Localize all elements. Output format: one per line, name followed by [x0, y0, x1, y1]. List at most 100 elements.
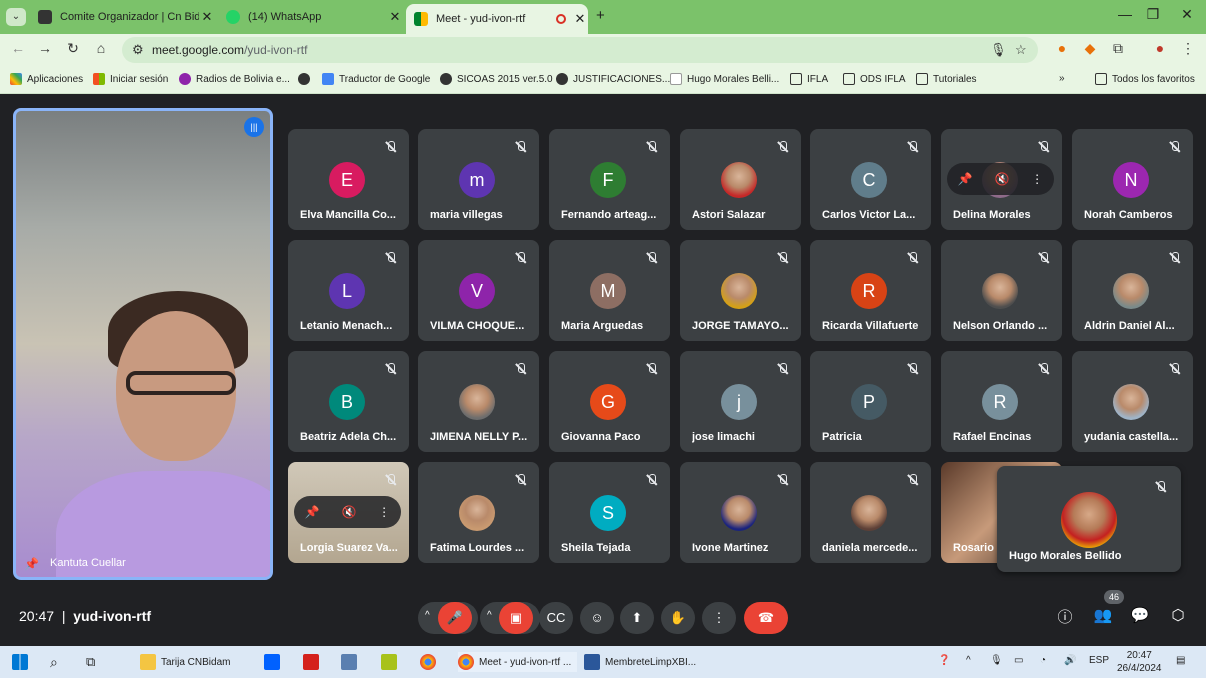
address-bar[interactable]: ⚙ meet.google.com/yud-ivon-rtf 🎙 ☆: [122, 37, 1038, 63]
acrobat-icon[interactable]: [303, 652, 324, 672]
participant-tile[interactable]: Nelson Orlando ...: [941, 240, 1062, 341]
bookmark-globe[interactable]: [298, 73, 315, 85]
puzzle-icon[interactable]: ⧉: [1108, 40, 1128, 57]
reload-icon[interactable]: ↻: [63, 40, 83, 57]
fireworks-icon[interactable]: [381, 652, 402, 672]
participant-tile[interactable]: yudania castella...: [1072, 351, 1193, 452]
bookmark-ifla[interactable]: IFLA: [790, 73, 828, 85]
restore-icon[interactable]: ❐: [1138, 6, 1168, 23]
participant-tile[interactable]: S Sheila Tejada: [549, 462, 670, 563]
participant-tile[interactable]: R Ricarda Villafuerte: [810, 240, 931, 341]
participant-tile[interactable]: E Elva Mancilla Co...: [288, 129, 409, 230]
chevron-up-icon[interactable]: ^: [487, 610, 492, 621]
language-indicator[interactable]: ESP: [1089, 655, 1109, 666]
calculator-icon[interactable]: [341, 652, 362, 672]
taskbar-item-tarija[interactable]: Tarija CNBidam: [140, 652, 230, 672]
participant-tile[interactable]: R Rafael Encinas: [941, 351, 1062, 452]
bookmark-translate[interactable]: Traductor de Google: [322, 73, 430, 85]
microphone-tray-icon[interactable]: 🎙: [990, 655, 1003, 666]
profile-avatar[interactable]: ●: [1150, 40, 1170, 56]
chat-icon[interactable]: 💬: [1128, 606, 1152, 624]
activities-icon[interactable]: ⬡: [1166, 606, 1190, 624]
battery-icon[interactable]: ▭: [1014, 655, 1023, 666]
bookmark-hugo[interactable]: Hugo Morales Belli...: [670, 73, 779, 85]
meeting-info-icon[interactable]: ⓘ: [1053, 606, 1077, 627]
close-tab-icon[interactable]: ✕: [387, 9, 403, 25]
main-speaker-video[interactable]: ||| 📌 Kantuta Cuellar: [13, 108, 273, 580]
participant-tile[interactable]: Ivone Martinez: [680, 462, 801, 563]
bookmark-ods-ifla[interactable]: ODS IFLA: [843, 73, 906, 85]
participant-tile[interactable]: G Giovanna Paco: [549, 351, 670, 452]
more-vert-icon[interactable]: ⋮: [378, 505, 390, 519]
wifi-icon[interactable]: ◔: [1040, 655, 1046, 666]
participant-tile[interactable]: F Fernando arteag...: [549, 129, 670, 230]
participant-tile[interactable]: Fatima Lourdes ...: [418, 462, 539, 563]
forward-icon[interactable]: →: [35, 40, 55, 56]
bookmark-login[interactable]: Iniciar sesión: [93, 73, 168, 85]
captions-button[interactable]: CC: [539, 602, 573, 634]
participant-tile[interactable]: M Maria Arguedas: [549, 240, 670, 341]
floating-self-tile[interactable]: Hugo Morales Bellido: [997, 466, 1181, 572]
more-bookmarks-icon[interactable]: »: [1059, 73, 1065, 84]
tab-comite[interactable]: Comite Organizador | Cn Bidan ✕: [30, 4, 215, 30]
tray-chevron-icon[interactable]: ^: [966, 655, 971, 666]
pin-icon[interactable]: 📌: [958, 172, 973, 186]
more-vert-icon[interactable]: ⋮: [1031, 172, 1043, 186]
home-icon[interactable]: ⌂: [91, 40, 111, 56]
taskbar-item-meet[interactable]: Meet - yud-ivon-rtf ...: [458, 652, 578, 672]
windows-start-icon[interactable]: [12, 652, 33, 672]
bookmark-star-icon[interactable]: ☆: [1015, 42, 1027, 58]
close-tab-icon[interactable]: ✕: [572, 11, 588, 27]
participant-tile[interactable]: Astori Salazar: [680, 129, 801, 230]
participant-tile[interactable]: JORGE TAMAYO...: [680, 240, 801, 341]
camera-toggle-button[interactable]: ▣: [499, 602, 533, 634]
back-icon[interactable]: ←: [8, 40, 28, 56]
dropbox-icon[interactable]: [264, 652, 285, 672]
site-settings-icon[interactable]: ⚙: [132, 42, 144, 58]
participant-tile[interactable]: JIMENA NELLY P...: [418, 351, 539, 452]
participant-tile[interactable]: L Letanio Menach...: [288, 240, 409, 341]
more-options-button[interactable]: ⋮: [702, 602, 736, 634]
tab-search-button[interactable]: ⌄: [6, 8, 26, 26]
extension-icon[interactable]: ◆: [1080, 40, 1100, 57]
participant-tile[interactable]: m maria villegas: [418, 129, 539, 230]
bookmark-all-favorites[interactable]: Todos los favoritos: [1095, 73, 1195, 85]
participant-tile[interactable]: Lorgia Suarez Va... 📌 🔇 ⋮: [288, 462, 409, 563]
bookmark-sicoas[interactable]: SICOAS 2015 ver.5.0: [440, 73, 553, 85]
chevron-up-icon[interactable]: ^: [425, 610, 430, 621]
window-close-icon[interactable]: ✕: [1172, 6, 1202, 23]
participant-tile[interactable]: Delina Morales 📌 🔇 ⋮: [941, 129, 1062, 230]
taskbar-item-word[interactable]: MembreteLimpXBI...: [584, 652, 696, 672]
mic-toggle-button[interactable]: 🎤: [438, 602, 472, 634]
participant-tile[interactable]: j jose limachi: [680, 351, 801, 452]
mute-icon[interactable]: 🔇: [994, 172, 1009, 186]
tab-meet[interactable]: Meet - yud-ivon-rtf ✕: [406, 4, 588, 34]
people-icon[interactable]: 👥: [1091, 606, 1115, 624]
emoji-button[interactable]: ☺: [580, 602, 614, 634]
close-tab-icon[interactable]: ✕: [199, 9, 215, 25]
notifications-icon[interactable]: ▤: [1176, 655, 1185, 666]
pin-icon[interactable]: 📌: [305, 505, 320, 519]
extension-icon[interactable]: ●: [1052, 40, 1072, 56]
search-icon[interactable]: ⌕: [50, 652, 58, 672]
bookmark-radios[interactable]: Radios de Bolivia e...: [179, 73, 290, 85]
participant-tile[interactable]: C Carlos Victor La...: [810, 129, 931, 230]
minimize-icon[interactable]: —: [1110, 6, 1140, 22]
menu-dots-icon[interactable]: ⋮: [1178, 40, 1198, 57]
participant-tile[interactable]: N Norah Camberos: [1072, 129, 1193, 230]
tab-whatsapp[interactable]: (14) WhatsApp ✕: [218, 4, 403, 30]
raise-hand-button[interactable]: ✋: [661, 602, 695, 634]
mute-icon[interactable]: 🔇: [341, 505, 356, 519]
bookmark-apps[interactable]: Aplicaciones: [10, 73, 83, 85]
bookmark-justificaciones[interactable]: JUSTIFICACIONES...: [556, 73, 670, 85]
volume-icon[interactable]: 🔊: [1064, 655, 1076, 666]
clock[interactable]: 20:47 26/4/2024: [1117, 649, 1162, 675]
leave-call-button[interactable]: ☎: [744, 602, 788, 634]
microphone-icon[interactable]: 🎙: [990, 42, 1007, 58]
bookmark-tutoriales[interactable]: Tutoriales: [916, 73, 977, 85]
participant-tile[interactable]: V VILMA CHOQUE...: [418, 240, 539, 341]
participant-tile[interactable]: Aldrin Daniel Al...: [1072, 240, 1193, 341]
pin-icon[interactable]: 📌: [24, 557, 39, 571]
participant-tile[interactable]: daniela mercede...: [810, 462, 931, 563]
chrome-icon[interactable]: [420, 652, 441, 672]
